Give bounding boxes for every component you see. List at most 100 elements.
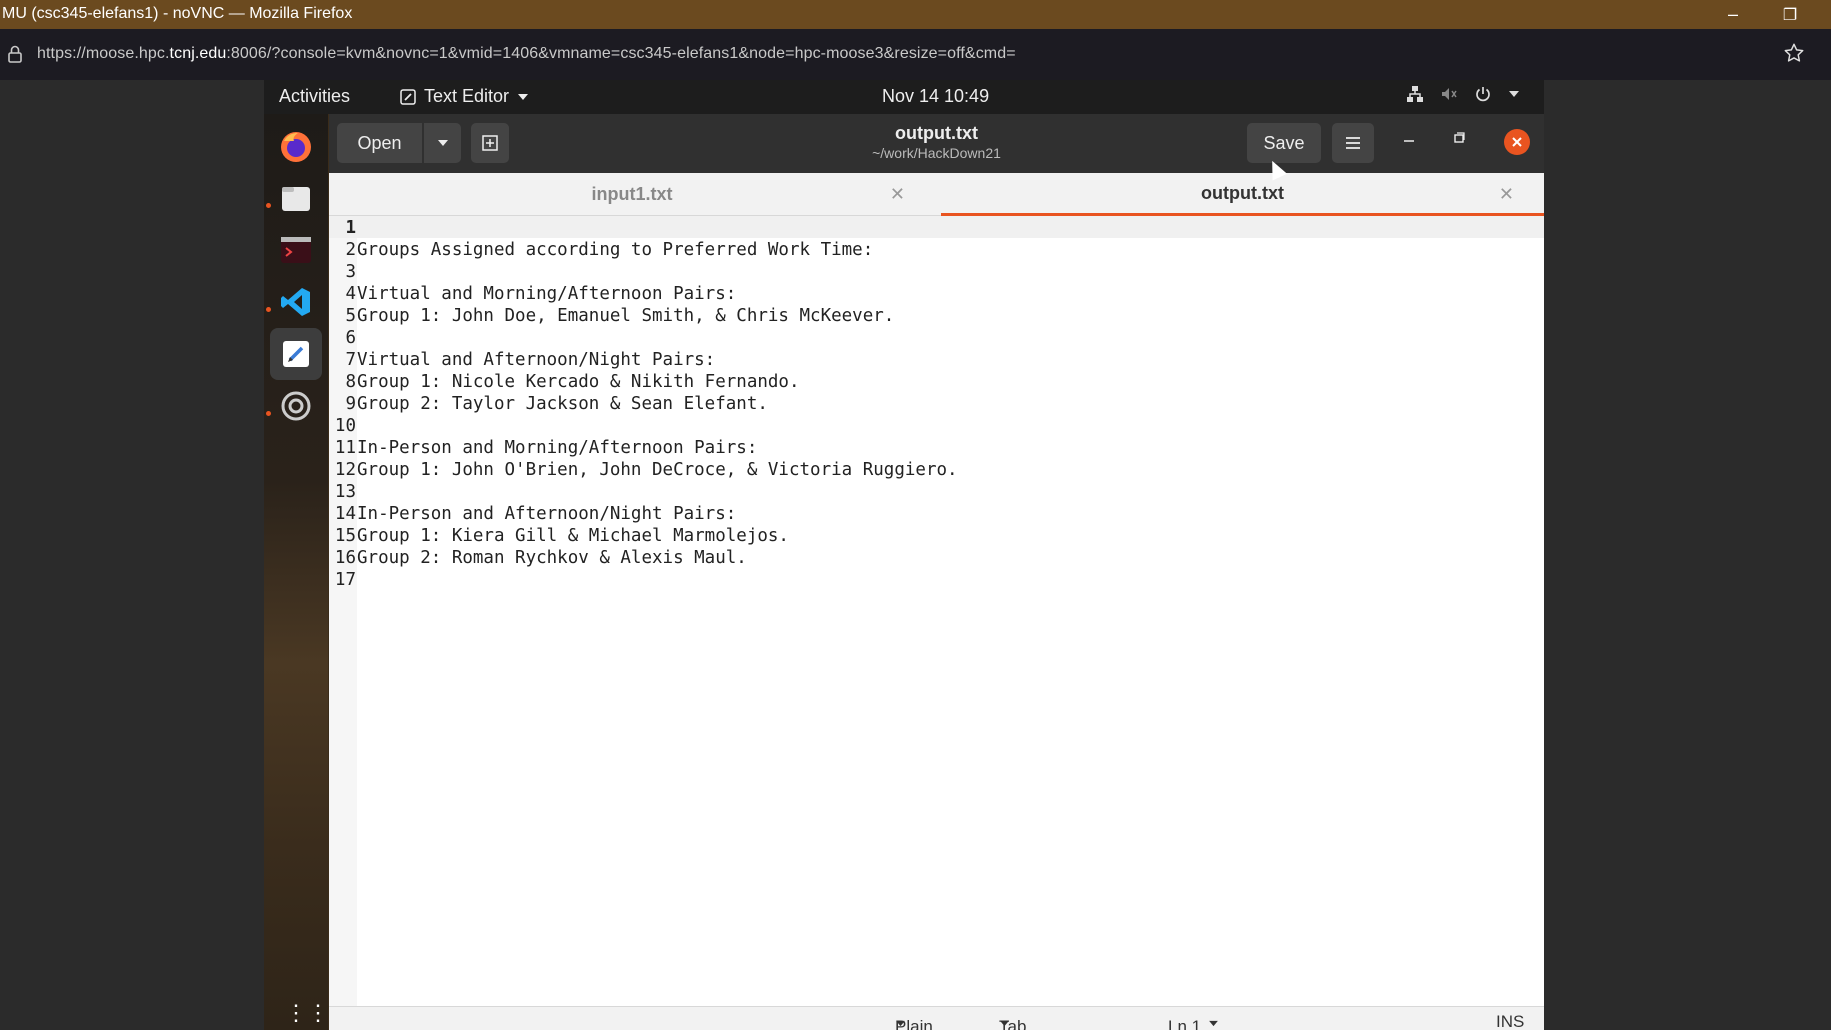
power-icon (1476, 87, 1490, 102)
network-icon (1407, 86, 1423, 102)
close-icon (1512, 137, 1522, 147)
line-number: 16 (334, 548, 356, 568)
chevron-down-icon (518, 93, 529, 100)
dock-files[interactable] (270, 172, 322, 224)
bookmark-star-icon[interactable] (1783, 42, 1805, 69)
line-number: 4 (345, 284, 356, 304)
files-icon (282, 187, 310, 211)
text-line[interactable]: 3 (329, 261, 357, 283)
line-text: Groups Assigned according to Preferred W… (357, 240, 874, 260)
line-text (356, 328, 357, 348)
dock-settings[interactable] (270, 380, 322, 432)
save-button[interactable]: Save (1247, 123, 1321, 163)
browser-window-title: MU (csc345-elefans1) - noVNC — Mozilla F… (2, 5, 353, 22)
line-number: 10 (334, 416, 356, 436)
line-number: 14 (334, 504, 356, 524)
tab-output[interactable]: output.txt ✕ (941, 173, 1544, 216)
line-text: Group 2: Roman Rychkov & Alexis Maul. (357, 548, 747, 568)
line-text: Virtual and Afternoon/Night Pairs: (357, 350, 716, 370)
browser-titlebar: MU (csc345-elefans1) - noVNC — Mozilla F… (0, 0, 1831, 29)
text-line[interactable]: 6 (329, 327, 357, 349)
line-number: 7 (345, 350, 356, 370)
clock[interactable]: Nov 14 10:49 (882, 86, 989, 107)
gnome-top-bar: Activities Text Editor Nov 14 10:49 (264, 80, 1544, 114)
language-selector[interactable]: Plain Text (895, 1012, 933, 1030)
text-line[interactable]: 7Virtual and Afternoon/Night Pairs: (329, 349, 715, 371)
text-line[interactable]: 12Group 1: John O'Brien, John DeCroce, &… (329, 459, 958, 481)
line-text: Virtual and Morning/Afternoon Pairs: (357, 284, 737, 304)
system-tray[interactable] (1406, 85, 1520, 103)
text-line[interactable]: 1 (329, 217, 357, 239)
line-number: 8 (345, 372, 356, 392)
current-line-highlight (329, 216, 1544, 238)
cursor-position-selector[interactable]: Ln 1, Col 1 (1168, 1012, 1219, 1030)
text-line[interactable]: 8Group 1: Nicole Kercado & Nikith Fernan… (329, 371, 799, 393)
text-editor-area[interactable]: 1 2Groups Assigned according to Preferred… (329, 216, 1544, 1006)
insert-mode-indicator[interactable]: INS (1496, 1012, 1524, 1030)
line-number: 17 (334, 570, 356, 590)
volume-muted-icon (1442, 88, 1457, 100)
settings-gear-icon (281, 391, 311, 421)
text-line[interactable]: 5Group 1: John Doe, Emanuel Smith, & Chr… (329, 305, 894, 327)
line-number: 15 (334, 526, 356, 546)
text-line[interactable]: 2Groups Assigned according to Preferred … (329, 239, 873, 261)
lock-icon[interactable] (8, 45, 22, 68)
line-number: 11 (334, 438, 356, 458)
tab-label: input1.txt (591, 184, 673, 204)
close-tab-icon[interactable]: ✕ (890, 184, 905, 205)
line-text (356, 218, 357, 238)
line-text: In-Person and Morning/Afternoon Pairs: (357, 438, 758, 458)
document-tabs: input1.txt ✕ output.txt ✕ (329, 173, 1544, 216)
url-bar[interactable]: https://moose.hpc.tcnj.edu:8006/?console… (0, 29, 1831, 80)
firefox-icon (281, 132, 311, 162)
line-number: 9 (345, 394, 356, 414)
app-name: Text Editor (424, 86, 510, 106)
restore-window-button[interactable]: ❐ (1767, 0, 1813, 29)
dock-vscode[interactable] (270, 276, 322, 328)
dock: ⋮⋮⋮ (264, 114, 351, 1030)
text-editor-app-icon (400, 88, 416, 105)
text-line[interactable]: 10 (329, 415, 357, 437)
line-number: 12 (334, 460, 356, 480)
hamburger-menu-icon (1346, 137, 1360, 149)
text-line[interactable]: 9Group 2: Taylor Jackson & Sean Elefant. (329, 393, 767, 415)
app-menu[interactable]: Text Editor (400, 86, 529, 107)
line-number: 6 (345, 328, 356, 348)
line-number: 2 (345, 240, 356, 260)
tab-width-selector[interactable]: Tab Width: 8 (999, 1012, 1026, 1030)
tab-label: output.txt (1201, 182, 1284, 203)
close-tab-icon[interactable]: ✕ (1499, 184, 1514, 205)
text-editor-icon (283, 341, 309, 367)
line-text: Group 1: Kiera Gill & Michael Marmolejos… (357, 526, 789, 546)
line-number: 13 (334, 482, 356, 502)
vnc-viewport[interactable]: Activities Text Editor Nov 14 10:49 ⋮⋮⋮ … (0, 80, 1831, 1030)
close-window-button[interactable] (1504, 129, 1530, 155)
tab-input1[interactable]: input1.txt ✕ (329, 173, 935, 216)
text-line[interactable]: 4Virtual and Morning/Afternoon Pairs: (329, 283, 736, 305)
text-line[interactable]: 11In-Person and Morning/Afternoon Pairs: (329, 437, 757, 459)
line-number: 1 (345, 218, 356, 238)
activities-button[interactable]: Activities (279, 86, 350, 107)
minimize-icon[interactable] (1402, 131, 1416, 150)
line-text (356, 262, 357, 282)
remote-desktop[interactable]: Activities Text Editor Nov 14 10:49 ⋮⋮⋮ … (264, 80, 1544, 1030)
text-line[interactable]: 15Group 1: Kiera Gill & Michael Marmolej… (329, 525, 789, 547)
text-line[interactable]: 14In-Person and Afternoon/Night Pairs: (329, 503, 736, 525)
line-number: 3 (345, 262, 356, 282)
chevron-down-icon (1509, 91, 1519, 97)
line-text (356, 482, 357, 502)
maximize-icon[interactable] (1452, 131, 1466, 150)
url-text[interactable]: https://moose.hpc.tcnj.edu:8006/?console… (37, 45, 1016, 63)
dock-firefox[interactable] (270, 121, 322, 173)
text-line[interactable]: 13 (329, 481, 357, 503)
vscode-icon (281, 288, 310, 316)
terminal-icon (281, 237, 311, 263)
menu-button[interactable] (1332, 123, 1374, 163)
text-line[interactable]: 16Group 2: Roman Rychkov & Alexis Maul. (329, 547, 747, 569)
line-text (356, 570, 357, 590)
text-editor-window: Open output.txt ~/work/HackDown21 Save i… (329, 114, 1544, 1030)
minimize-window-button[interactable]: – (1710, 0, 1756, 29)
dock-terminal[interactable] (270, 224, 322, 276)
dock-text-editor[interactable] (270, 328, 322, 380)
text-line[interactable]: 17 (329, 569, 357, 591)
